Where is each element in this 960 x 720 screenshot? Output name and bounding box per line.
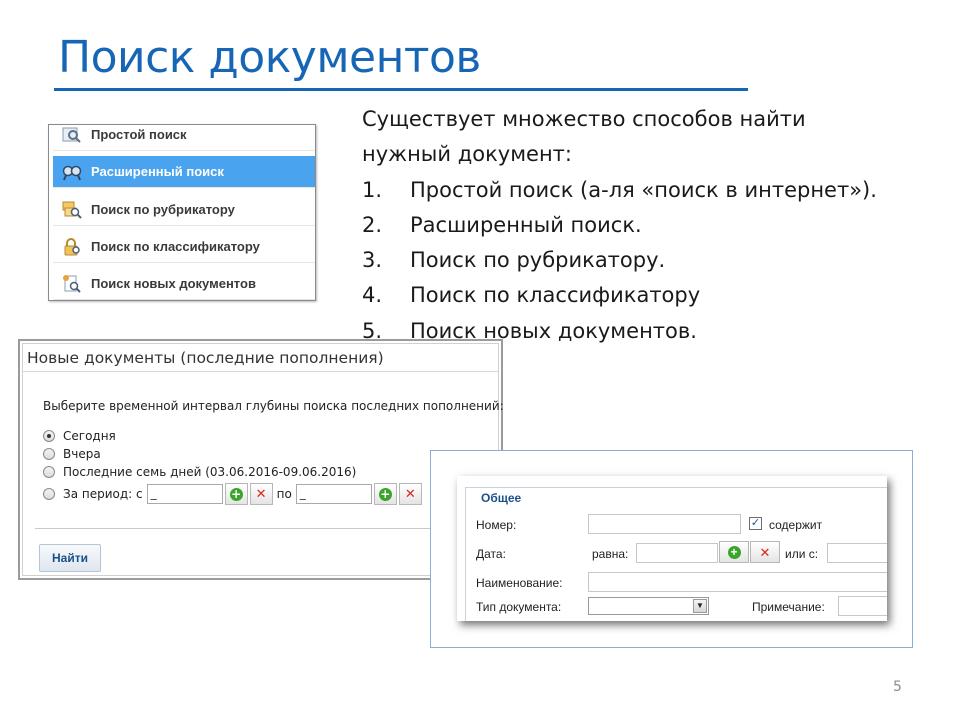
date-equal-input[interactable] (636, 543, 718, 563)
option-label: Последние семь дней (03.06.2016-09.06.20… (63, 465, 357, 479)
date-from-label: или с: (785, 547, 819, 561)
period-from-input[interactable]: _ (146, 484, 223, 504)
contains-checkbox[interactable]: ✓ (749, 517, 762, 530)
intro-line-2: нужный документ: (362, 142, 572, 167)
search-menu-panel: Простой поиск Расширенный поиск Поиск по… (48, 124, 316, 301)
list-text: Поиск по классификатору (410, 283, 701, 308)
chevron-down-icon[interactable]: ▼ (693, 599, 707, 613)
contains-label: содержит (769, 518, 823, 532)
menu-item-simple-search[interactable]: Простой поиск (53, 125, 315, 151)
option-today[interactable]: Сегодня (43, 429, 116, 443)
magnifier-icon (61, 125, 83, 146)
period-to-add-button[interactable]: + (373, 483, 397, 505)
binoculars-icon (61, 161, 83, 183)
close-icon: ✕ (255, 486, 267, 502)
list-item: 3. Поиск по рубрикатору. (362, 243, 952, 278)
option-label: Вчера (63, 447, 101, 461)
radio-last-seven-days[interactable] (43, 466, 55, 478)
date-add-button[interactable]: + (719, 541, 749, 563)
folders-search-icon (61, 199, 83, 221)
list-number: 2. (362, 212, 383, 237)
radio-today[interactable] (43, 430, 55, 442)
period-to-input[interactable]: _ (295, 484, 372, 504)
list-text: Поиск по рубрикатору. (410, 248, 666, 273)
period-from-clear-button[interactable]: ✕ (249, 483, 273, 505)
period-from-add-button[interactable]: + (224, 483, 248, 505)
general-form-panel: Общее Номер: ✓ содержит Дата: равна: + ✕… (430, 450, 913, 648)
find-button[interactable]: Найти (39, 544, 101, 572)
title-underline (54, 88, 748, 91)
menu-item-label: Поиск новых документов (91, 276, 256, 291)
close-icon: ✕ (404, 486, 416, 502)
menu-item-label: Расширенный поиск (91, 164, 224, 179)
radio-yesterday[interactable] (43, 448, 55, 460)
list-item: 1. Простой поиск (а-ля «поиск в интернет»… (362, 173, 952, 208)
period-to-clear-button[interactable]: ✕ (398, 483, 422, 505)
date-label: Дата: (476, 547, 506, 561)
option-label: За период: с (63, 487, 143, 501)
list-text: Расширенный поиск. (410, 212, 642, 237)
menu-item-new-docs-search[interactable]: Поиск новых документов (53, 268, 315, 300)
general-form-card: Общее Номер: ✓ содержит Дата: равна: + ✕… (457, 476, 887, 621)
fieldset-legend: Общее (478, 491, 525, 505)
note-label: Примечание: (752, 600, 825, 614)
general-fieldset: Общее Номер: ✓ содержит Дата: равна: + ✕… (465, 487, 887, 621)
name-label: Наименование: (476, 576, 563, 590)
name-input[interactable] (588, 572, 887, 592)
panel-header: Новые документы (последние пополнения) (23, 344, 498, 372)
new-documents-frame: Новые документы (последние пополнения) В… (22, 343, 504, 576)
radio-period[interactable] (43, 488, 55, 500)
period-to-label: по (276, 487, 292, 501)
date-equal-label: равна: (592, 547, 629, 561)
menu-item-label: Поиск по классификатору (91, 239, 260, 254)
list-number: 4. (362, 283, 383, 308)
option-label: Сегодня (63, 429, 116, 443)
option-period[interactable]: За период: с _ + ✕ по _ + ✕ (43, 483, 422, 505)
menu-item-classifier-search[interactable]: Поиск по классификатору (53, 231, 315, 263)
plus-icon: + (229, 486, 243, 501)
date-clear-button[interactable]: ✕ (750, 541, 780, 563)
interval-prompt: Выберите временной интервал глубины поис… (43, 399, 504, 413)
option-yesterday[interactable]: Вчера (43, 447, 101, 461)
menu-item-label: Простой поиск (91, 127, 187, 142)
list-number: 1. (362, 177, 383, 202)
menu-item-label: Поиск по рубрикатору (91, 202, 235, 217)
panel-divider (35, 528, 498, 529)
page-number: 5 (893, 679, 902, 695)
option-last-seven-days[interactable]: Последние семь дней (03.06.2016-09.06.20… (43, 465, 356, 479)
slide-title: Поиск документов (58, 32, 481, 83)
date-from-input[interactable] (827, 543, 887, 563)
list-item: 4. Поиск по классификатору (362, 278, 952, 313)
new-doc-search-icon (61, 273, 83, 295)
list-item: 2. Расширенный поиск. (362, 208, 952, 243)
plus-icon: + (378, 486, 392, 501)
intro-line-1: Существует множество способов найти (362, 107, 806, 131)
doc-type-label: Тип документа: (476, 600, 562, 614)
lock-search-icon (61, 236, 83, 258)
note-input[interactable] (838, 596, 887, 616)
search-methods-list: 1. Простой поиск (а-ля «поиск в интернет»… (362, 173, 952, 349)
menu-item-rubricator-search[interactable]: Поиск по рубрикатору (53, 194, 315, 226)
plus-icon: + (727, 545, 741, 559)
number-label: Номер: (476, 518, 517, 532)
doc-type-select[interactable]: ▼ (588, 597, 709, 615)
close-icon: ✕ (759, 544, 771, 560)
list-text: Простой поиск (а-ля «поиск в интернет»). (410, 177, 877, 202)
list-number: 3. (362, 248, 383, 273)
number-input[interactable] (588, 514, 741, 534)
menu-item-advanced-search[interactable]: Расширенный поиск (53, 156, 315, 188)
